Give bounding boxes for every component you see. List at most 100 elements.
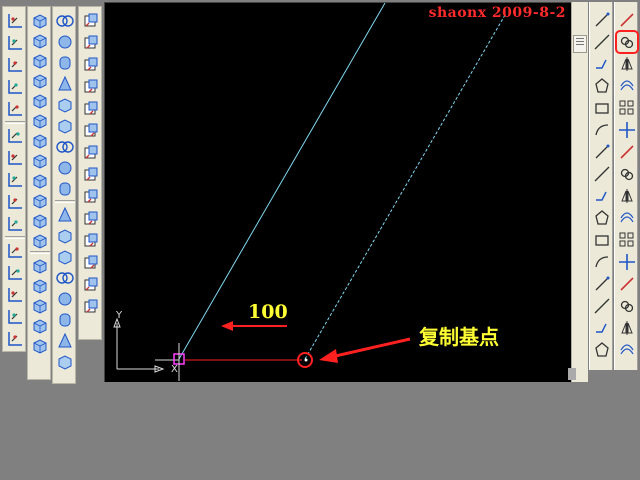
setup-view-icon[interactable] bbox=[55, 331, 75, 351]
torus-surface-icon[interactable] bbox=[30, 151, 50, 171]
slice-icon[interactable] bbox=[81, 253, 101, 273]
extrude-icon[interactable] bbox=[55, 205, 75, 225]
ucs-world-icon[interactable] bbox=[5, 33, 25, 53]
intersect-icon[interactable] bbox=[81, 55, 101, 75]
line-icon[interactable] bbox=[592, 10, 612, 30]
move-icon[interactable] bbox=[617, 120, 637, 140]
ucs-origin-icon[interactable] bbox=[5, 148, 25, 168]
dome-icon[interactable] bbox=[30, 111, 50, 131]
box-icon[interactable] bbox=[81, 77, 101, 97]
drawing-canvas[interactable]: shaonx 2009-8-2 100 复制基点 Y X bbox=[104, 2, 572, 382]
ucs-3point-icon[interactable] bbox=[5, 192, 25, 212]
intersect-icon[interactable] bbox=[55, 53, 75, 73]
polyline-icon[interactable] bbox=[592, 54, 612, 74]
wedge-icon[interactable] bbox=[55, 158, 75, 178]
hatch-icon[interactable] bbox=[592, 318, 612, 338]
revolved-surface-icon[interactable] bbox=[30, 191, 50, 211]
interfere-icon[interactable] bbox=[81, 297, 101, 317]
rectangle-icon[interactable] bbox=[592, 98, 612, 118]
slice-icon[interactable] bbox=[55, 247, 75, 267]
insert-block-icon[interactable] bbox=[592, 252, 612, 272]
mesh-3d-icon[interactable] bbox=[30, 171, 50, 191]
wedge-icon[interactable] bbox=[81, 165, 101, 185]
subtract-icon[interactable] bbox=[55, 32, 75, 52]
ruled-surface-icon[interactable] bbox=[30, 231, 50, 251]
torus-icon[interactable] bbox=[55, 179, 75, 199]
array-icon[interactable] bbox=[617, 98, 637, 118]
edge-icon[interactable] bbox=[30, 296, 50, 316]
setup-drawing-icon[interactable] bbox=[55, 310, 75, 330]
chamfer-icon[interactable] bbox=[617, 296, 637, 316]
make-block-icon[interactable] bbox=[592, 274, 612, 294]
sphere-icon[interactable] bbox=[55, 95, 75, 115]
named-ucs-icon[interactable] bbox=[5, 307, 25, 327]
tabulated-surface-icon[interactable] bbox=[30, 211, 50, 231]
rotate-icon[interactable] bbox=[617, 142, 637, 162]
sphere-icon[interactable] bbox=[81, 99, 101, 119]
toolbar-separator bbox=[5, 236, 25, 239]
construction-line-icon[interactable] bbox=[592, 32, 612, 52]
trim-icon[interactable] bbox=[617, 208, 637, 228]
vertical-scrollbar[interactable] bbox=[571, 2, 588, 382]
circle-icon[interactable] bbox=[592, 142, 612, 162]
ucs-previous-icon[interactable] bbox=[5, 55, 25, 75]
scale-icon[interactable] bbox=[617, 164, 637, 184]
revolve-icon[interactable] bbox=[55, 226, 75, 246]
cylinder-icon[interactable] bbox=[55, 116, 75, 136]
cone-icon[interactable] bbox=[81, 143, 101, 163]
ucs-z-icon[interactable] bbox=[5, 263, 25, 283]
ucs-object-icon[interactable] bbox=[5, 99, 25, 119]
ucs-view-icon[interactable] bbox=[5, 126, 25, 146]
pyramid-icon[interactable] bbox=[30, 51, 50, 71]
dimension-arrowhead bbox=[221, 321, 233, 331]
ellipse-icon[interactable] bbox=[592, 208, 612, 228]
revolve-icon[interactable] bbox=[81, 231, 101, 251]
setup-profile-icon[interactable] bbox=[55, 352, 75, 372]
spline-icon[interactable] bbox=[592, 186, 612, 206]
union-icon[interactable] bbox=[55, 11, 75, 31]
erase-icon[interactable] bbox=[617, 10, 637, 30]
dish-icon[interactable] bbox=[30, 131, 50, 151]
fillet-icon[interactable] bbox=[617, 318, 637, 338]
break-icon[interactable] bbox=[617, 252, 637, 272]
3dface-icon[interactable] bbox=[30, 276, 50, 296]
copy-icon[interactable] bbox=[615, 30, 639, 54]
ucs-zaxis-icon[interactable] bbox=[5, 170, 25, 190]
box-surface-icon[interactable] bbox=[30, 11, 50, 31]
join-icon[interactable] bbox=[617, 274, 637, 294]
ucs-ortho-icon[interactable] bbox=[5, 329, 25, 349]
cone-surface-icon[interactable] bbox=[30, 71, 50, 91]
extrude-icon[interactable] bbox=[81, 209, 101, 229]
point-icon[interactable] bbox=[592, 296, 612, 316]
arc-icon[interactable] bbox=[592, 120, 612, 140]
cylinder-icon[interactable] bbox=[81, 121, 101, 141]
sphere-surface-icon[interactable] bbox=[30, 91, 50, 111]
box-icon[interactable] bbox=[55, 74, 75, 94]
section-icon[interactable] bbox=[81, 275, 101, 295]
union-icon[interactable] bbox=[81, 11, 101, 31]
ucs-x-icon[interactable] bbox=[5, 214, 25, 234]
ucs-icon[interactable] bbox=[5, 11, 25, 31]
explode-icon[interactable] bbox=[617, 340, 637, 360]
revision-cloud-icon[interactable] bbox=[592, 164, 612, 184]
region-icon[interactable] bbox=[30, 316, 50, 336]
subtract-icon[interactable] bbox=[81, 33, 101, 53]
ellipse-arc-icon[interactable] bbox=[592, 230, 612, 250]
ucs-face-icon[interactable] bbox=[5, 77, 25, 97]
stretch-icon[interactable] bbox=[617, 186, 637, 206]
offset-icon[interactable] bbox=[617, 76, 637, 96]
wedge-surface-icon[interactable] bbox=[30, 31, 50, 51]
torus-icon[interactable] bbox=[81, 187, 101, 207]
ucs-apply-icon[interactable] bbox=[5, 285, 25, 305]
edge-surface-icon[interactable] bbox=[30, 256, 50, 276]
boolean-icon[interactable] bbox=[30, 336, 50, 356]
polygon-icon[interactable] bbox=[592, 76, 612, 96]
scrollbar-thumb[interactable] bbox=[573, 35, 587, 53]
ucs-y-icon[interactable] bbox=[5, 241, 25, 261]
extend-icon[interactable] bbox=[617, 230, 637, 250]
section-icon[interactable] bbox=[55, 268, 75, 288]
interfere-icon[interactable] bbox=[55, 289, 75, 309]
mirror-icon[interactable] bbox=[617, 54, 637, 74]
region-icon[interactable] bbox=[592, 340, 612, 360]
cone-icon[interactable] bbox=[55, 137, 75, 157]
